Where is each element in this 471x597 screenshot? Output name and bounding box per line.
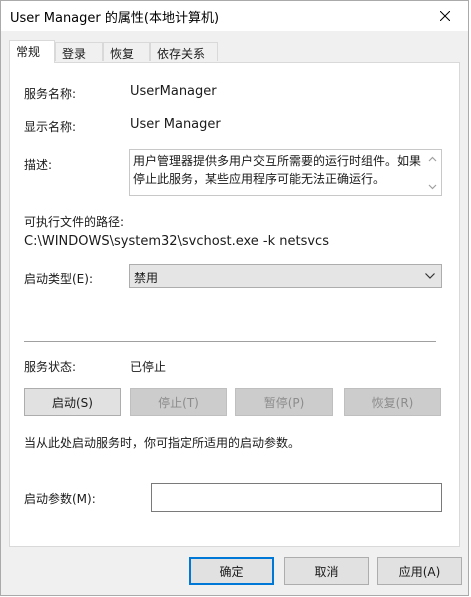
scroll-down-icon[interactable] [428, 182, 437, 191]
window-title: User Manager 的属性(本地计算机) [10, 11, 220, 26]
service-name-label: 服务名称: [24, 87, 77, 101]
start-params-input[interactable] [151, 483, 442, 512]
start-params-label: 启动参数(M): [24, 492, 96, 506]
description-box[interactable]: 用户管理器提供多用户交互所需要的运行时组件。如果停止此服务，某些应用程序可能无法… [129, 149, 442, 196]
ok-button[interactable]: 确定 [189, 557, 274, 585]
stop-button[interactable]: 停止(T) [130, 388, 227, 416]
pause-button[interactable]: 暂停(P) [235, 388, 333, 416]
cancel-button[interactable]: 取消 [284, 557, 369, 585]
description-scrollbar[interactable] [424, 150, 441, 195]
service-status-value: 已停止 [130, 360, 167, 374]
display-name-value: User Manager [130, 117, 221, 132]
separator [24, 341, 436, 342]
startup-type-value: 禁用 [134, 271, 159, 285]
title-bar: User Manager 的属性(本地计算机) [1, 1, 468, 31]
startup-type-select[interactable]: 禁用 [129, 264, 442, 288]
resume-button[interactable]: 恢复(R) [344, 388, 441, 416]
tab-dependencies[interactable]: 依存关系 [150, 42, 218, 61]
description-label: 描述: [24, 158, 53, 172]
display-name-label: 显示名称: [24, 120, 77, 134]
service-name-value: UserManager [130, 84, 217, 99]
properties-dialog: User Manager 的属性(本地计算机) 常规 登录 恢复 依存关系 服务… [0, 0, 469, 596]
startup-type-label: 启动类型(E): [24, 272, 93, 286]
close-icon [440, 11, 450, 21]
general-tab-panel: 服务名称: UserManager 显示名称: User Manager 描述:… [9, 62, 460, 547]
tab-logon[interactable]: 登录 [55, 42, 103, 61]
scroll-up-icon[interactable] [428, 155, 437, 164]
start-button[interactable]: 启动(S) [24, 388, 121, 416]
tab-recovery[interactable]: 恢复 [103, 42, 150, 61]
description-text: 用户管理器提供多用户交互所需要的运行时组件。如果停止此服务，某些应用程序可能无法… [133, 154, 422, 186]
service-status-label: 服务状态: [24, 360, 77, 374]
close-button[interactable] [422, 1, 468, 31]
exe-path-label: 可执行文件的路径: [24, 215, 125, 229]
exe-path-value: C:\WINDOWS\system32\svchost.exe -k netsv… [24, 234, 329, 249]
start-params-hint: 当从此处启动服务时，你可指定所适用的启动参数。 [24, 436, 301, 450]
tab-general[interactable]: 常规 [9, 40, 55, 63]
chevron-down-icon [425, 273, 435, 279]
apply-button[interactable]: 应用(A) [377, 557, 462, 585]
